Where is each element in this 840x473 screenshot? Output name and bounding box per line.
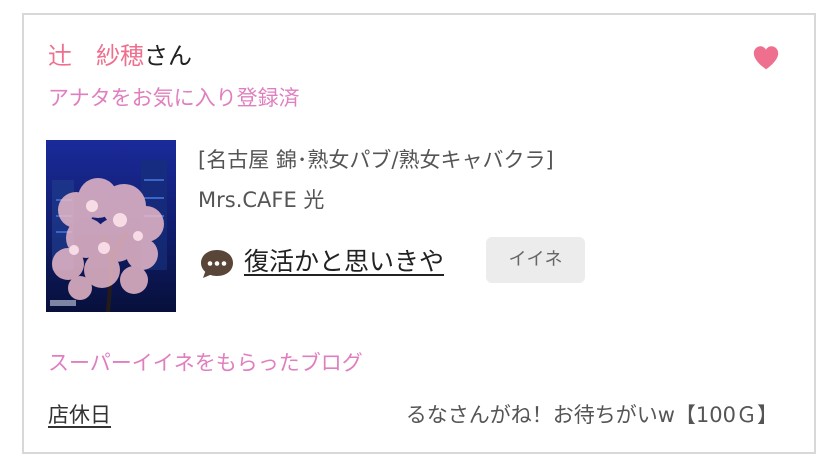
- shop-area-label: [名古屋 錦･熟女パブ/熟女キャバクラ]: [198, 148, 554, 172]
- post-thumbnail[interactable]: [46, 140, 176, 312]
- super-like-heading: スーパーイイネをもらったブログ: [48, 351, 363, 375]
- blog-post-title-link[interactable]: 復活かと思いきや: [244, 246, 444, 278]
- member-honorific: さん: [144, 42, 192, 70]
- heart-icon[interactable]: [751, 43, 781, 73]
- favorite-status-text: アナタをお気に入り登録済: [48, 86, 300, 110]
- member-name: 辻 紗穂さん: [48, 41, 192, 71]
- favorite-notification-card: 辻 紗穂さん アナタをお気に入り登録済 [名古屋 錦･熟女パブ/熟女キャバクラ]…: [22, 13, 816, 454]
- speech-bubble-icon: [201, 250, 233, 278]
- shop-name[interactable]: Mrs.CAFE 光: [198, 186, 324, 214]
- member-name-text[interactable]: 辻 紗穂: [48, 42, 144, 70]
- super-like-blog-link[interactable]: 店休日: [48, 401, 111, 429]
- like-button[interactable]: イイネ: [486, 237, 585, 283]
- super-like-message: るなさんがね！お待ちがいw【100Ｇ】: [405, 403, 778, 427]
